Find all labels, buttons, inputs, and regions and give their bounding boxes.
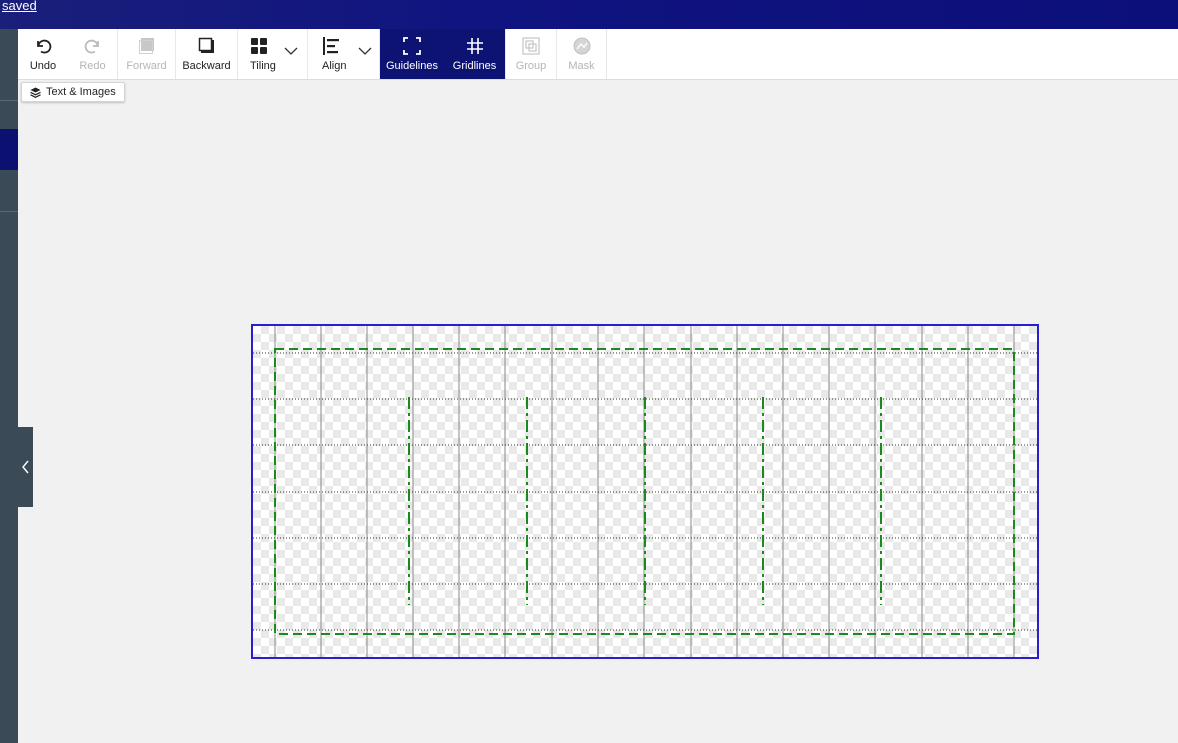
- chevron-down-icon: [358, 47, 372, 55]
- bring-forward-icon: [138, 38, 154, 54]
- guidelines-label: Guidelines: [386, 60, 438, 72]
- send-backward-button[interactable]: Backward: [176, 29, 238, 79]
- group-label: Group: [515, 60, 547, 72]
- layers-text-images-button[interactable]: Text & Images: [21, 82, 125, 102]
- mask-label: Mask: [568, 60, 595, 72]
- group-button[interactable]: Group: [506, 29, 557, 79]
- rail-active-item[interactable]: [0, 129, 18, 170]
- align-label: Align: [322, 60, 347, 72]
- redo-icon: [84, 39, 99, 54]
- top-header-bar: saved: [0, 0, 1178, 29]
- bring-forward-button[interactable]: Forward: [118, 29, 176, 79]
- tiling-label: Tiling: [250, 60, 276, 72]
- collapse-panel-button[interactable]: [18, 427, 33, 507]
- gridlines-label: Gridlines: [452, 60, 497, 72]
- grid-hash-icon: [466, 38, 483, 54]
- gridlines-toggle[interactable]: Gridlines: [444, 29, 506, 79]
- mask-button[interactable]: Mask: [557, 29, 607, 79]
- forward-label: Forward: [126, 60, 167, 72]
- mask-icon: [573, 37, 590, 55]
- canvas-overlay: [253, 326, 1037, 657]
- group-icon: [522, 37, 540, 55]
- tiling-button[interactable]: Tiling: [238, 29, 308, 79]
- rail-divider: [0, 100, 18, 101]
- send-backward-icon: [198, 37, 214, 53]
- left-sidebar-rail: [0, 29, 18, 743]
- layers-icon: [30, 87, 41, 98]
- backward-label: Backward: [182, 60, 231, 72]
- undo-button[interactable]: Undo: [18, 29, 68, 79]
- editor-toolbar: Undo Redo Forward Backward Tiling Align …: [18, 29, 1178, 80]
- design-canvas[interactable]: [251, 324, 1039, 659]
- rail-divider: [0, 211, 18, 212]
- redo-button[interactable]: Redo: [68, 29, 118, 79]
- guidelines-toggle[interactable]: Guidelines: [380, 29, 444, 79]
- saved-link[interactable]: saved: [2, 0, 37, 13]
- redo-label: Redo: [79, 60, 106, 72]
- undo-label: Undo: [29, 60, 57, 72]
- align-left-icon: [323, 37, 339, 55]
- chevron-down-icon: [284, 47, 298, 55]
- align-button[interactable]: Align: [308, 29, 380, 79]
- chevron-left-icon: [22, 460, 29, 474]
- guidelines-frame-icon: [403, 37, 421, 55]
- tiling-grid-icon: [251, 38, 267, 54]
- undo-icon: [37, 39, 52, 54]
- layers-label: Text & Images: [46, 86, 116, 98]
